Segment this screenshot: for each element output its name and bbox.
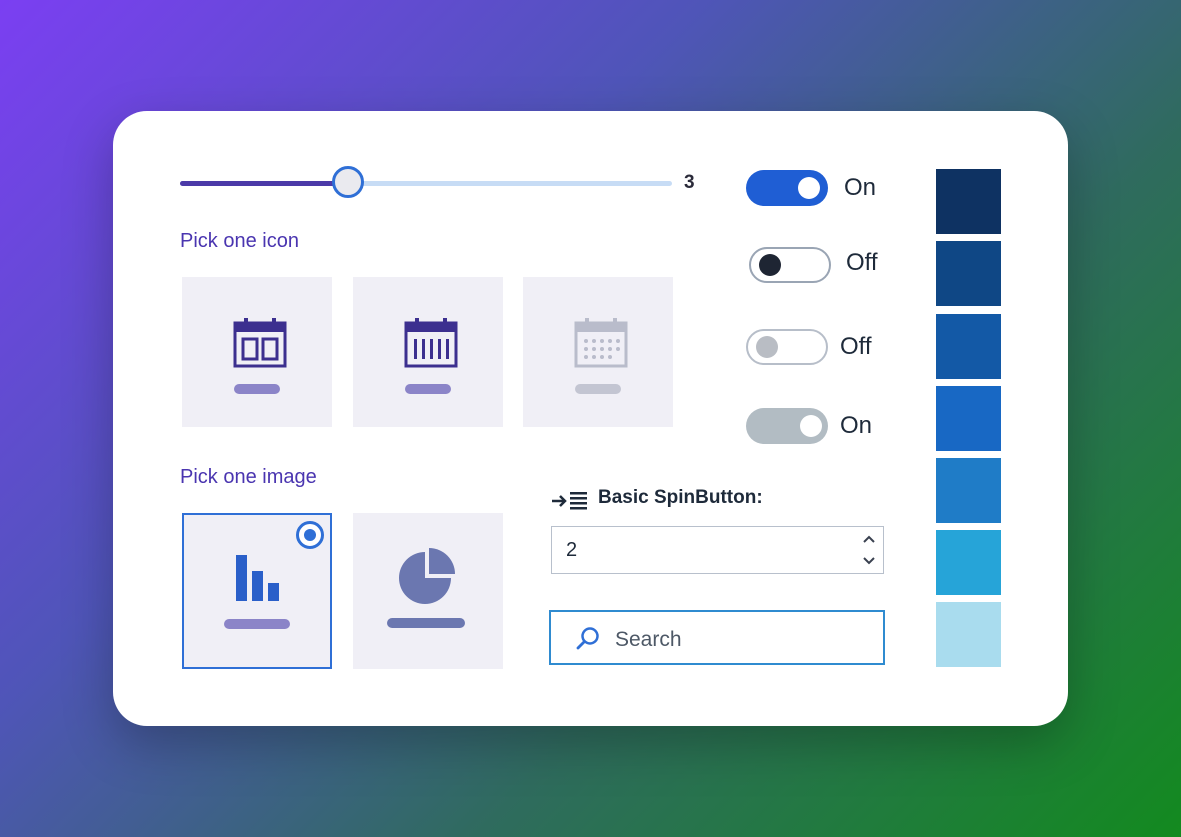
slider-value: 3	[684, 172, 695, 193]
toggle-4-knob	[800, 415, 822, 437]
spin-button-field[interactable]: 2	[551, 526, 884, 574]
image-option-pie-chart-bar	[387, 618, 465, 628]
color-swatch-2[interactable]	[936, 241, 1001, 306]
toggle-3-knob	[756, 336, 778, 358]
calendar-month-icon	[404, 318, 458, 368]
indent-icon	[552, 492, 587, 510]
toggle-1[interactable]	[746, 170, 828, 206]
pick-icon-label: Pick one icon	[180, 230, 299, 252]
image-option-bar-chart[interactable]	[182, 513, 332, 669]
slider-fill	[180, 181, 350, 186]
color-swatch-7[interactable]	[936, 602, 1001, 667]
color-swatch-4[interactable]	[936, 386, 1001, 451]
toggle-4-label: On	[840, 412, 873, 439]
icon-option-2-bar	[405, 384, 451, 394]
toggle-4	[746, 408, 828, 444]
bar-chart-icon	[236, 555, 279, 601]
icon-option-2[interactable]	[353, 277, 503, 427]
search-icon	[576, 627, 599, 650]
controls-card: 3 Pick one icon Pick one image Basic Spi…	[113, 111, 1068, 726]
chevron-up-icon	[863, 535, 875, 543]
color-swatch-5[interactable]	[936, 458, 1001, 523]
toggle-2[interactable]	[749, 247, 831, 283]
toggle-3	[746, 329, 828, 365]
toggle-3-label: Off	[840, 333, 872, 360]
calendar-grid-icon	[574, 318, 628, 368]
spin-value[interactable]: 2	[566, 539, 577, 562]
toggle-2-knob	[759, 254, 781, 276]
toggle-1-label: On	[844, 174, 877, 201]
search-input[interactable]: Search	[549, 610, 885, 665]
slider-thumb[interactable]	[332, 166, 364, 198]
calendar-week-icon	[233, 318, 287, 368]
spin-increment-button[interactable]	[859, 529, 879, 549]
icon-option-3-bar	[575, 384, 621, 394]
search-placeholder: Search	[615, 628, 682, 651]
image-option-pie-chart[interactable]	[353, 513, 503, 669]
toggle-2-label: Off	[846, 249, 878, 276]
color-swatch-3[interactable]	[936, 314, 1001, 379]
spin-decrement-button[interactable]	[859, 551, 879, 571]
color-swatch-6[interactable]	[936, 530, 1001, 595]
pie-chart-icon	[399, 548, 455, 604]
color-swatch-1[interactable]	[936, 169, 1001, 234]
icon-option-1-bar	[234, 384, 280, 394]
image-option-bar-chart-bar	[224, 619, 290, 629]
icon-option-3	[523, 277, 673, 427]
radio-selected-indicator	[296, 521, 324, 549]
pick-image-label: Pick one image	[180, 466, 317, 488]
chevron-down-icon	[863, 557, 875, 565]
icon-option-1[interactable]	[182, 277, 332, 427]
spin-label: Basic SpinButton:	[598, 487, 763, 508]
toggle-1-knob	[798, 177, 820, 199]
